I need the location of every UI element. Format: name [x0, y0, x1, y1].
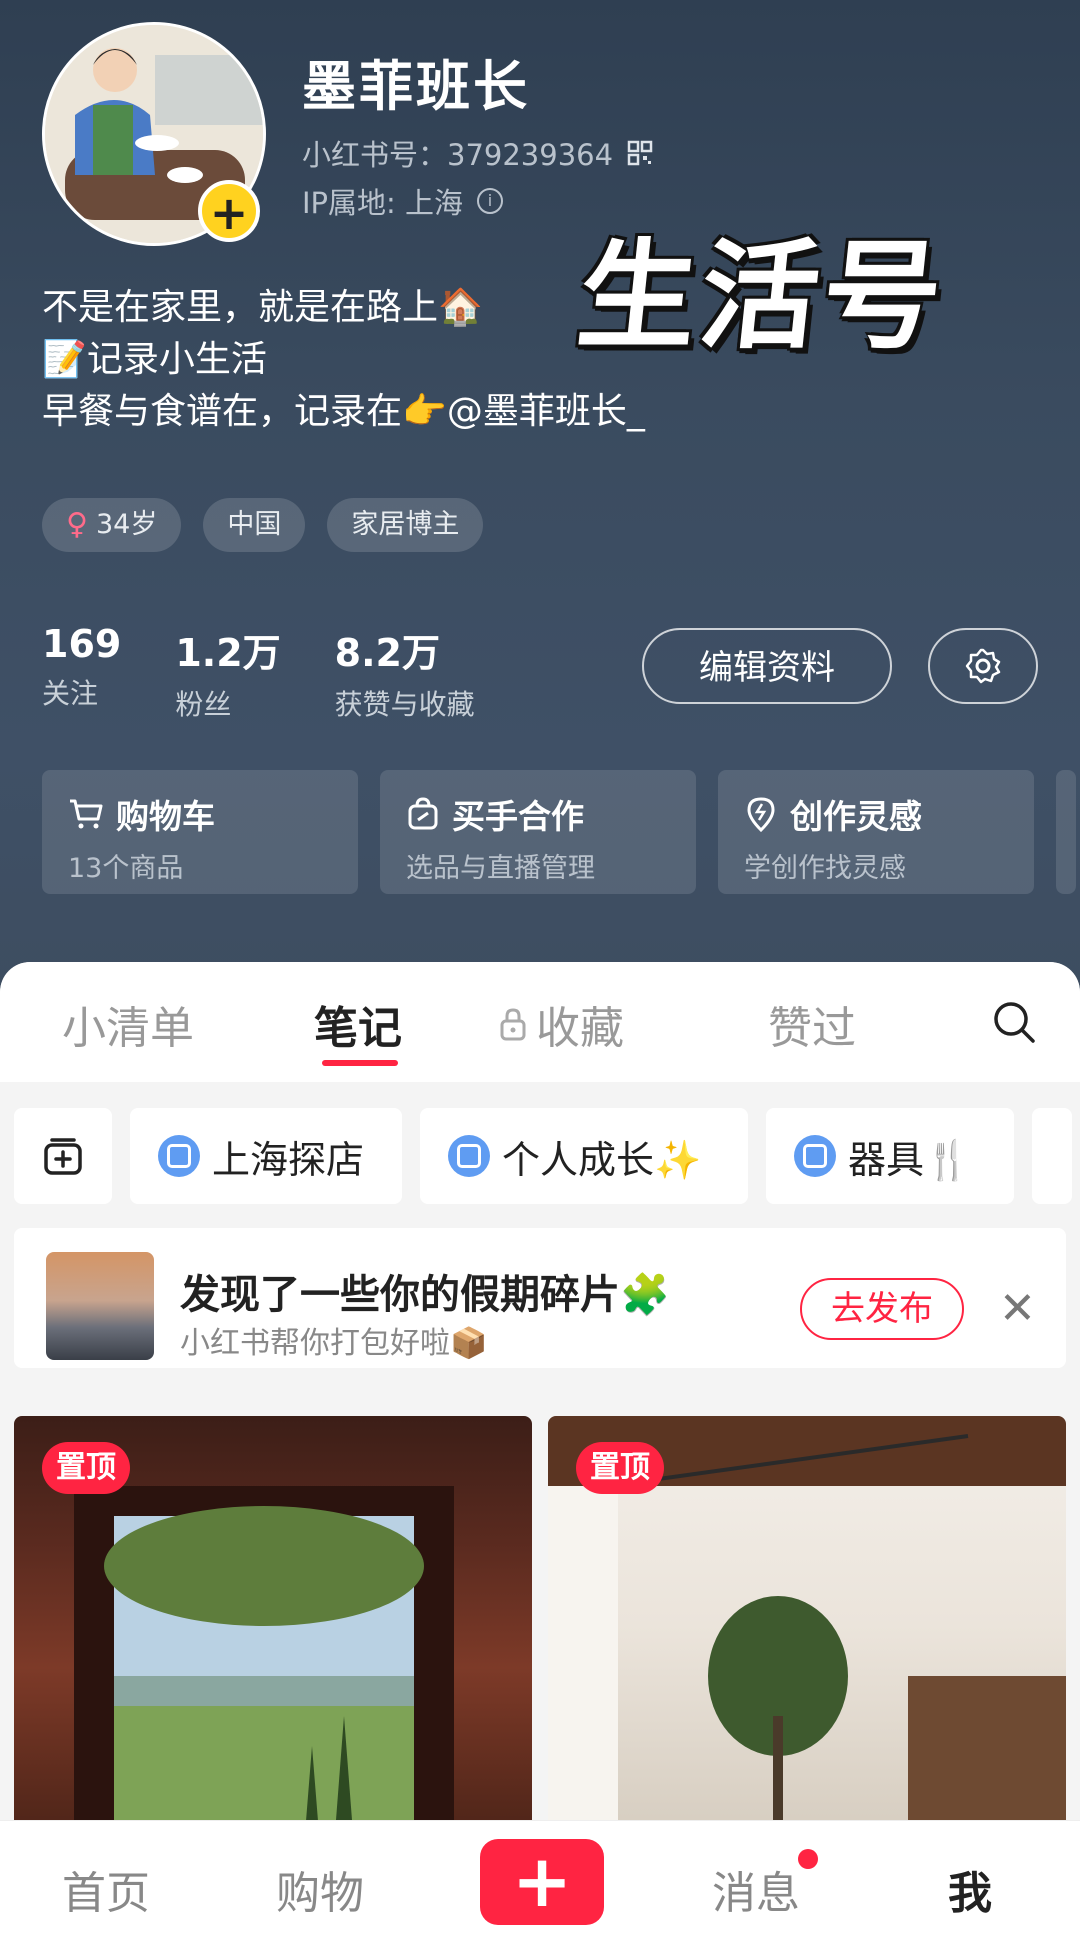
stat-label: 获赞与收藏	[334, 688, 475, 721]
nav-shopping[interactable]: 购物	[276, 1857, 364, 1921]
promo-title: 发现了一些你的假期碎片🧩	[180, 1272, 670, 1318]
info-icon[interactable]: i	[477, 188, 504, 214]
collection-label: 个人成长✨	[502, 1137, 702, 1182]
collection-chip[interactable]: 器具🍴	[766, 1108, 1014, 1204]
card-title: 购物车	[68, 790, 332, 838]
tag-label: 中国	[227, 509, 282, 540]
bio-line[interactable]: 早餐与食谱在，记录在👉@墨菲班长_	[42, 386, 645, 438]
gear-icon	[965, 648, 1001, 684]
card-title-text: 购物车	[116, 797, 215, 836]
collection-label: 器具🍴	[848, 1137, 972, 1182]
collection-chip-peek[interactable]	[1032, 1108, 1072, 1204]
card-more[interactable]	[1056, 770, 1076, 894]
collection-chips: 上海探店 个人成长✨ 器具🍴	[14, 1108, 1072, 1204]
ip-location-text: IP属地: 上海	[302, 186, 464, 220]
search-icon[interactable]	[990, 998, 1038, 1046]
nav-home[interactable]: 首页	[62, 1857, 150, 1921]
bio: 不是在家里，就是在路上🏠 📝记录小生活 早餐与食谱在，记录在👉@墨菲班长_	[42, 282, 645, 438]
promo-thumbnail	[46, 1252, 154, 1360]
card-cart[interactable]: 购物车 13个商品	[42, 770, 358, 894]
stat-number: 169	[42, 622, 122, 666]
bag-icon	[408, 797, 438, 830]
tab-list[interactable]: 小清单	[62, 992, 194, 1056]
settings-button[interactable]	[928, 628, 1038, 704]
pinned-badge: 置顶	[576, 1442, 664, 1494]
publish-plus-button[interactable]: +	[480, 1839, 604, 1925]
collection-icon	[158, 1135, 200, 1177]
user-id-text: 小红书号：379239364	[302, 138, 614, 172]
add-collection-icon	[44, 1138, 82, 1175]
profile-tags: ♀ 34岁 中国 家居博主	[42, 498, 484, 552]
content-tabs: 小清单 笔记 收藏 赞过	[0, 962, 1080, 1082]
card-title-text: 买手合作	[452, 797, 584, 836]
profile-header: + 墨菲班长 小红书号：379239364 IP属地: 上海 i 生活号 不是在…	[0, 0, 1080, 1000]
card-subtitle: 13个商品	[68, 853, 184, 884]
note-card[interactable]: 置顶	[14, 1416, 532, 1836]
promo-subtitle: 小红书帮你打包好啦📦	[180, 1326, 488, 1361]
tag-label: 家居博主	[351, 509, 460, 540]
stat-label: 关注	[42, 677, 99, 710]
holiday-promo-card[interactable]: 发现了一些你的假期碎片🧩 小红书帮你打包好啦📦 去发布 ✕	[14, 1228, 1066, 1368]
profile-name: 墨菲班长	[302, 55, 530, 118]
tab-liked[interactable]: 赞过	[768, 992, 856, 1056]
stat-number: 8.2万	[334, 631, 440, 675]
card-subtitle: 选品与直播管理	[406, 853, 595, 884]
tab-notes[interactable]: 笔记	[314, 992, 402, 1056]
tag-age: ♀ 34岁	[42, 498, 182, 552]
note-card[interactable]: 置顶	[548, 1416, 1066, 1836]
card-title: 买手合作	[406, 790, 670, 838]
user-id-line: 小红书号：379239364	[302, 132, 653, 174]
service-cards: 购物车 13个商品 买手合作 选品与直播管理 创作灵感 学创作找灵感	[42, 770, 1076, 894]
bottom-navigation: 首页 购物 + 消息 我	[0, 1820, 1080, 1944]
female-icon: ♀	[66, 507, 88, 542]
bio-line: 📝记录小生活	[42, 339, 267, 380]
stat-label: 粉丝	[175, 688, 232, 721]
edit-profile-button[interactable]: 编辑资料	[642, 628, 892, 704]
close-icon[interactable]: ✕	[999, 1283, 1036, 1334]
collection-icon	[448, 1135, 490, 1177]
lightbulb-icon	[747, 797, 775, 832]
pinned-badge: 置顶	[42, 1442, 130, 1494]
nav-messages[interactable]: 消息	[712, 1857, 800, 1921]
stat-number: 1.2万	[175, 631, 281, 675]
stat-likes[interactable]: 8.2万 获赞与收藏	[335, 622, 475, 723]
tag-region: 中国	[203, 498, 306, 552]
card-buyer-cooperation[interactable]: 买手合作 选品与直播管理	[380, 770, 696, 894]
tag-category[interactable]: 家居博主	[327, 498, 484, 552]
stat-followers[interactable]: 1.2万 粉丝	[175, 622, 280, 723]
qr-code-icon[interactable]	[627, 140, 653, 166]
collection-chip[interactable]: 个人成长✨	[420, 1108, 748, 1204]
card-title-text: 创作灵感	[790, 797, 922, 836]
add-collection-button[interactable]	[14, 1108, 112, 1204]
card-subtitle: 学创作找灵感	[744, 853, 906, 884]
collection-icon	[794, 1135, 836, 1177]
lock-icon	[500, 1008, 526, 1041]
profile-stats: 169 关注 1.2万 粉丝 8.2万 获赞与收藏	[42, 622, 529, 723]
card-title: 创作灵感	[744, 790, 1008, 838]
tag-label: 34岁	[95, 509, 158, 540]
tab-label: 收藏	[536, 1003, 624, 1054]
unread-dot	[798, 1849, 818, 1869]
cart-icon	[70, 799, 103, 829]
collection-label: 上海探店	[212, 1137, 365, 1182]
bio-line: 不是在家里，就是在路上🏠	[42, 287, 483, 328]
publish-button[interactable]: 去发布	[800, 1278, 964, 1340]
collection-chip[interactable]: 上海探店	[130, 1108, 402, 1204]
tab-favorites[interactable]: 收藏	[498, 992, 624, 1056]
nav-me[interactable]: 我	[948, 1857, 992, 1921]
card-creative-inspiration[interactable]: 创作灵感 学创作找灵感	[718, 770, 1034, 894]
add-avatar-button[interactable]: +	[198, 180, 260, 242]
stat-following[interactable]: 169 关注	[42, 622, 121, 723]
active-tab-indicator	[322, 1060, 398, 1066]
ip-location-line: IP属地: 上海 i	[302, 180, 504, 222]
content-panel: 小清单 笔记 收藏 赞过 上海探店 个人成长✨ 器具🍴 发现了一些你的假期碎片🧩…	[0, 962, 1080, 1943]
